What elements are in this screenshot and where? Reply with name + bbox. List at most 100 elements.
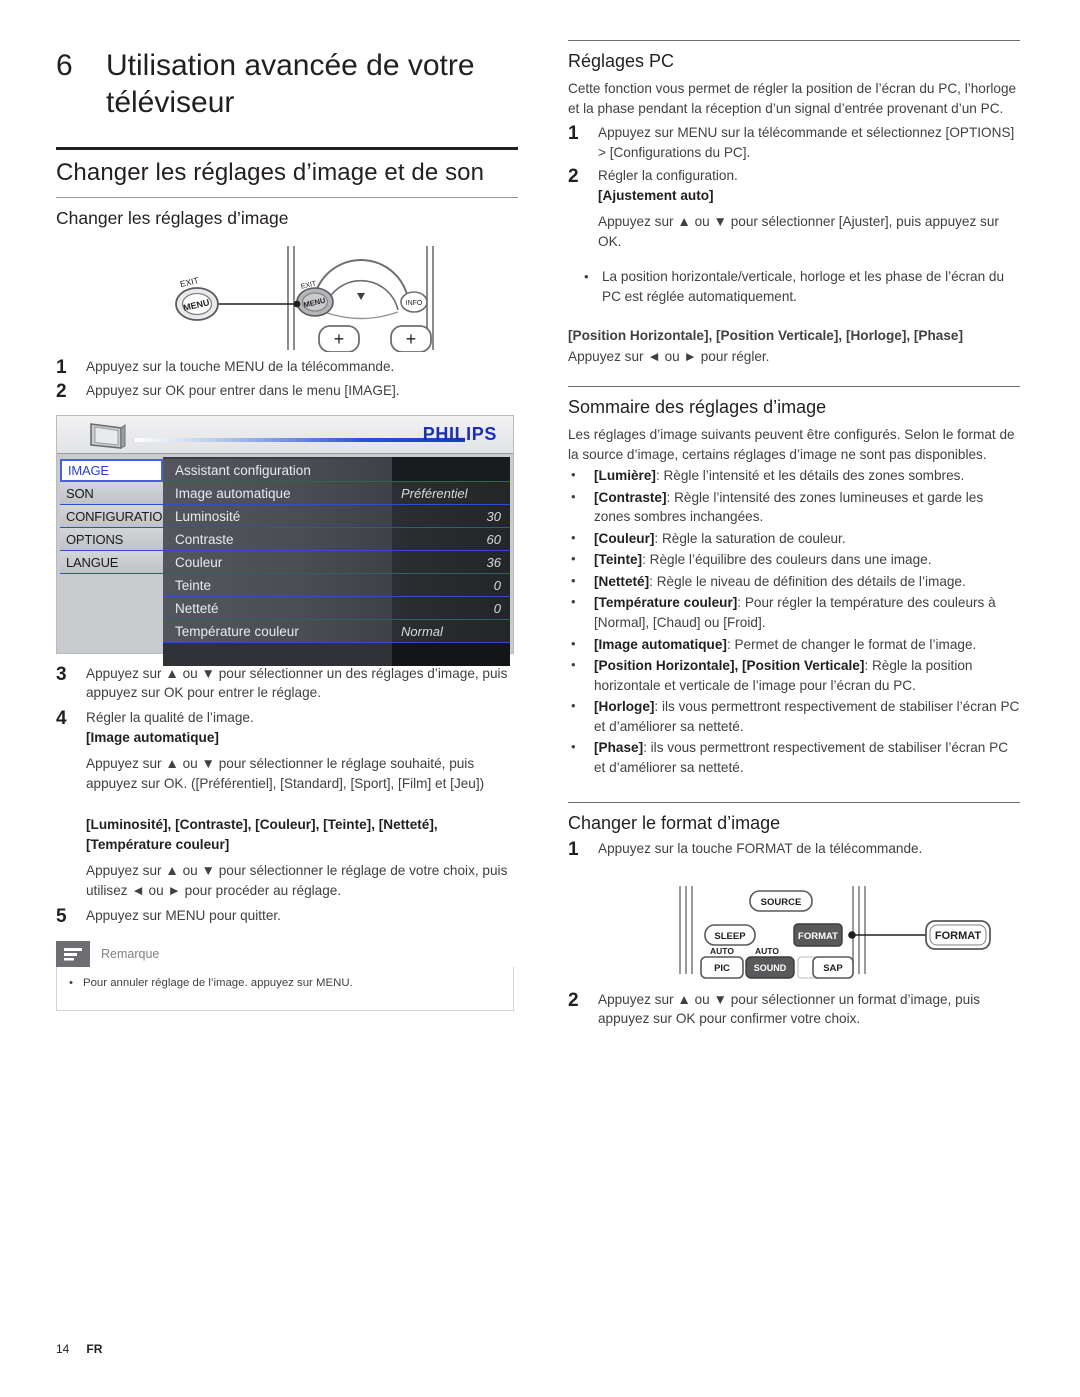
note-box: Remarque • Pour annuler réglage de l’ima… [56,941,514,1012]
step-row: 2 Régler la configuration. [Ajustement a… [568,166,1020,251]
left-column: 6 Utilisation avancée de votre téléviseu… [56,30,518,1012]
tv-item-label[interactable]: Image automatique [163,481,392,505]
remote-format-diagram: SOURCE SLEEP FORMAT FORMAT AUTO AUTO PIC… [568,874,1020,982]
summary-term: [Température couleur] [594,595,738,611]
tv-category-filler [60,573,163,597]
page-locale: FR [86,1342,103,1356]
summary-bullet-text: [Horloge]: ils vous permettront respecti… [594,697,1020,736]
step-number: 1 [568,122,579,144]
tv-category-filler [60,596,163,620]
remote-menu-svg: MENU EXIT INFO + + MENU EXIT [175,245,434,353]
tv-item-label[interactable]: Luminosité [163,504,392,528]
tv-item-value[interactable]: 30 [392,504,510,528]
tv-item-value-filler [392,642,510,666]
summary-bullet-text: [Teinte]: Règle l’équilibre des couleurs… [594,550,1020,570]
summary-bullet-text: [Phase]: ils vous permettront respective… [594,738,1020,777]
tv-osd-header: PHILIPS [57,415,513,456]
step-row: 1 Appuyez sur la touche MENU de la téléc… [56,357,518,378]
step4-bold1: [Image automatique] [86,729,219,745]
pc-settings-intro: Cette fonction vous permet de régler la … [568,81,1017,116]
step-number: 2 [568,166,579,188]
pc-auto-bullet: • La position horizontale/verticale, hor… [568,267,1020,306]
step-text: Appuyez sur ▲ ou ▼ pour sélectionner un … [86,665,508,701]
svg-text:FORMAT: FORMAT [798,931,838,942]
tv-item-label[interactable]: Assistant configuration [163,458,392,482]
svg-text:SAP: SAP [823,963,843,974]
bullet-icon: • [571,698,576,714]
note-bullet-icon: • [69,977,73,990]
step-number: 4 [56,707,67,729]
tv-item-value[interactable]: 0 [392,596,510,620]
summary-bullet: • [Température couleur]: Pour régler la … [568,593,1020,632]
tv-item-label[interactable]: Contraste [163,527,392,551]
tv-item-label[interactable]: Couleur [163,550,392,574]
right-column: Réglages PC Cette fonction vous permet d… [568,40,1020,1029]
summary-bullet-text: [Contraste]: Règle l’intensité des zones… [594,488,1020,527]
tv-category-filler [60,619,163,643]
step-row: 2 Appuyez sur OK pour entrer dans le men… [56,381,518,402]
summary-intro: Les réglages d’image suivants peuvent êt… [568,427,1015,462]
svg-text:+: + [406,329,417,349]
tv-category-son[interactable]: SON [60,481,163,505]
tv-item-value[interactable]: 60 [392,527,510,551]
summary-term: [Teinte] [594,552,643,568]
summary-term: [Horloge] [594,699,655,715]
step-row: 3 Appuyez sur ▲ ou ▼ pour sélectionner u… [56,664,518,703]
tv-osd-item-values: Préférentiel 30 60 36 0 0 Normal [392,456,510,666]
svg-text:AUTO: AUTO [755,946,779,956]
tv-category-options[interactable]: OPTIONS [60,527,163,551]
tv-item-value[interactable]: Normal [392,619,510,643]
svg-text:EXIT: EXIT [179,275,200,289]
section-title: Changer les réglages d’image et de son [56,159,485,187]
bullet-icon: • [571,551,576,567]
step4-bold2: [Luminosité], [Contraste], [Couleur], [T… [86,817,438,852]
tv-item-label[interactable]: Netteté [163,596,392,620]
step-text: Appuyez sur MENU pour quitter. [86,908,281,924]
tv-category-configuration[interactable]: CONFIGURATION [60,504,172,528]
tv-category-langue[interactable]: LANGUE [60,550,163,574]
summary-desc: : Règle l’équilibre des couleurs dans un… [642,552,932,568]
summary-bullet-text: [Netteté]: Règle le niveau de définition… [594,572,1020,592]
pc-settings-title: Réglages PC [568,51,675,71]
tv-item-value[interactable]: Préférentiel [392,481,510,505]
step4-para2: Appuyez sur ▲ ou ▼ pour sélectionner le … [86,863,508,898]
remote-format-svg: SOURCE SLEEP FORMAT FORMAT AUTO AUTO PIC… [679,885,991,979]
step-row: 2 Appuyez sur ▲ ou ▼ pour sélectionner u… [568,990,1020,1029]
summary-bullet: • [Image automatique]: Permet de changer… [568,635,1020,655]
summary-bullet: • [Position Horizontale], [Position Vert… [568,656,1020,695]
summary-term: [Lumière] [594,468,656,484]
pc-step2-para: Appuyez sur ▲ ou ▼ pour sélectionner [Aj… [598,214,999,249]
format-step2: 2 Appuyez sur ▲ ou ▼ pour sélectionner u… [568,990,1020,1029]
format-title: Changer le format d’image [568,812,781,833]
tv-item-value[interactable]: 36 [392,550,510,574]
pc-tail-bold: [Position Horizontale], [Position Vertic… [568,328,964,344]
step-number: 5 [56,906,67,928]
note-icon [56,941,90,968]
tv-category-image[interactable]: IMAGE [60,458,163,482]
format-steps: 1 Appuyez sur la touche FORMAT de la tél… [568,839,1020,860]
step4-line1: Régler la qualité de l’image. [86,709,254,725]
pc-auto-bullet-text: La position horizontale/verticale, horlo… [602,269,1005,304]
subsection-title: Changer les réglages d’image [56,208,289,229]
tv-osd-category-list: IMAGE SON CONFIGURATION OPTIONS LANGUE [60,456,172,650]
tv-item-label[interactable]: Teinte [163,573,392,597]
note-body: • Pour annuler réglage de l’image. appuy… [56,967,514,1012]
svg-text:PIC: PIC [714,963,730,974]
step-text: Appuyez sur la touche MENU de la télécom… [86,358,395,374]
note-title: Remarque [101,947,160,962]
note-list-item: • Pour annuler réglage de l’image. appuy… [69,976,503,992]
summary-bullet: • [Phase]: ils vous permettront respecti… [568,738,1020,777]
subsection-rule [56,197,518,199]
steps-top: 1 Appuyez sur la touche MENU de la téléc… [56,357,518,402]
pc-step2-bold: [Ajustement auto] [598,187,714,203]
bullet-icon: • [584,269,589,285]
tv-screen-icon [87,421,129,456]
step-row: 4 Régler la qualité de l’image. [Image a… [56,708,518,901]
summary-bullet: • [Netteté]: Règle le niveau de définiti… [568,572,1020,592]
tv-item-label[interactable]: Température couleur [163,619,392,643]
manual-page: 6 Utilisation avancée de votre téléviseu… [0,0,1080,1397]
step-number: 1 [568,838,579,860]
pc-steps: 1 Appuyez sur MENU sur la télécommande e… [568,123,1020,251]
tv-item-value[interactable]: 0 [392,573,510,597]
summary-term: [Phase] [594,740,644,756]
